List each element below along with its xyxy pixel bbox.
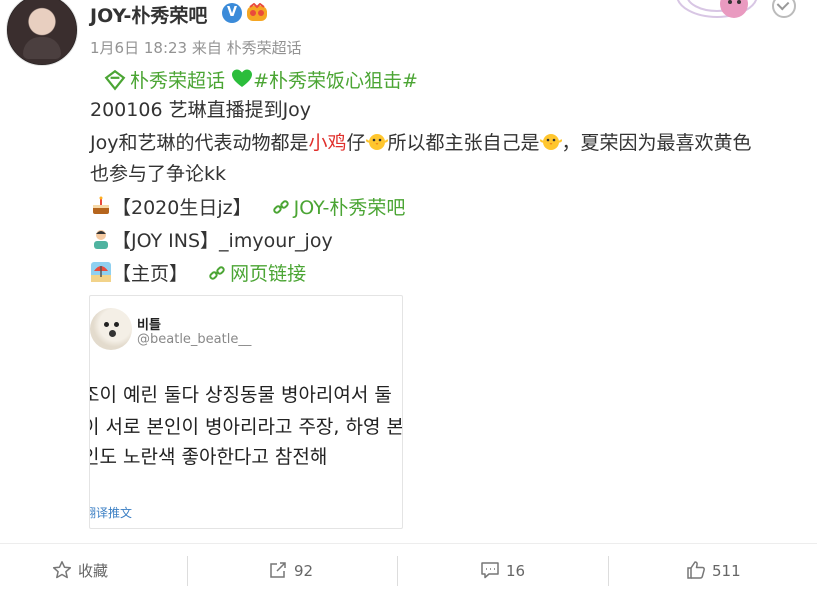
highlight-text: 小鸡 [308,132,347,154]
birthday-link[interactable]: JOY-朴秀荣吧 [294,197,406,219]
beach-umbrella-emoji [90,261,112,283]
post-text-segment: 仔 [346,132,366,154]
link-chain-icon [272,198,290,216]
action-separator [397,556,398,586]
home-link[interactable]: 网页链接 [230,263,306,285]
tweet-text-line: 인도 노란색 좋아한다고 참전해 [89,446,328,468]
post-meta: 1月6日 18:23 来自 朴秀荣超话 [90,39,302,57]
favorite-label: 收藏 [78,562,109,580]
birthday-line: 【2020生日jz】 JOY-朴秀荣吧 [90,195,405,220]
comment-icon [480,560,500,580]
green-heart-emoji [231,68,253,90]
post-text-line: 200106 艺琳直播提到Joy [90,99,312,121]
tweet-author-name: 비틀 [137,318,161,333]
thumbs-up-icon [686,560,706,580]
person-emoji [90,228,112,250]
birthday-label: 【2020生日jz】 [112,197,252,219]
action-separator [187,556,188,586]
tweet-author-handle: @beatle_beatle__ [137,332,252,347]
post-text-segment: ，夏荣因为最喜欢黄色 [561,132,752,154]
repost-icon [268,560,288,580]
comment-button[interactable]: 16 [480,560,525,582]
post-text-line: 也参与了争论kk [90,163,227,185]
action-separator [608,556,609,586]
post-text-line: Joy和艺琳的代表动物都是小鸡仔 所以都主张自己是 ，夏荣因为最喜欢黄色 [90,130,752,155]
like-count: 511 [712,562,741,580]
supertopic-link[interactable]: 朴秀荣超话 [130,70,225,92]
card-decoration-icon [672,0,782,25]
hashtag-link[interactable]: #朴秀荣饭心狙击# [253,70,418,92]
favorite-button[interactable]: 收藏 [52,560,108,582]
tweet-text-line: 이 서로 본인이 병아리라고 주장, 하영 본 [89,416,403,438]
topic-line: 朴秀荣超话 #朴秀荣饭心狙击# [104,68,418,93]
fan-badge-icon [246,2,268,23]
translate-tweet-link: 翻译推文 [90,506,133,520]
repost-button[interactable]: 92 [268,560,313,582]
star-icon [52,560,72,580]
home-line: 【主页】 网页链接 [90,261,306,286]
post-text-segment: 所以都主张自己是 [387,132,540,154]
embedded-tweet-image[interactable]: 비틀 @beatle_beatle__ 조이 예린 둘다 상징동물 병아리여서 … [89,295,403,529]
action-bar-divider [0,543,817,544]
post-text-segment: Joy和艺琳的代表动物都是 [90,132,309,154]
avatar[interactable] [6,0,78,66]
tweet-text-line: 조이 예린 둘다 상징동물 병아리여서 둘 [89,384,392,406]
repost-count: 92 [294,562,314,580]
follow-status-icon[interactable] [772,0,796,18]
supertopic-diamond-icon [104,69,126,91]
link-chain-icon [208,264,226,282]
chick-emoji [365,130,388,152]
comment-count: 16 [506,562,526,580]
ins-label: 【JOY INS】_imyour_joy [112,230,333,252]
chick-emoji [539,130,562,152]
tweet-avatar [90,308,132,350]
home-label: 【主页】 [112,263,189,285]
birthday-cake-emoji [90,195,112,217]
verified-badge-icon: V [222,3,242,23]
like-button[interactable]: 511 [686,560,741,582]
post-username[interactable]: JOY-朴秀荣吧 [90,1,207,28]
ins-line: 【JOY INS】_imyour_joy [90,228,333,253]
